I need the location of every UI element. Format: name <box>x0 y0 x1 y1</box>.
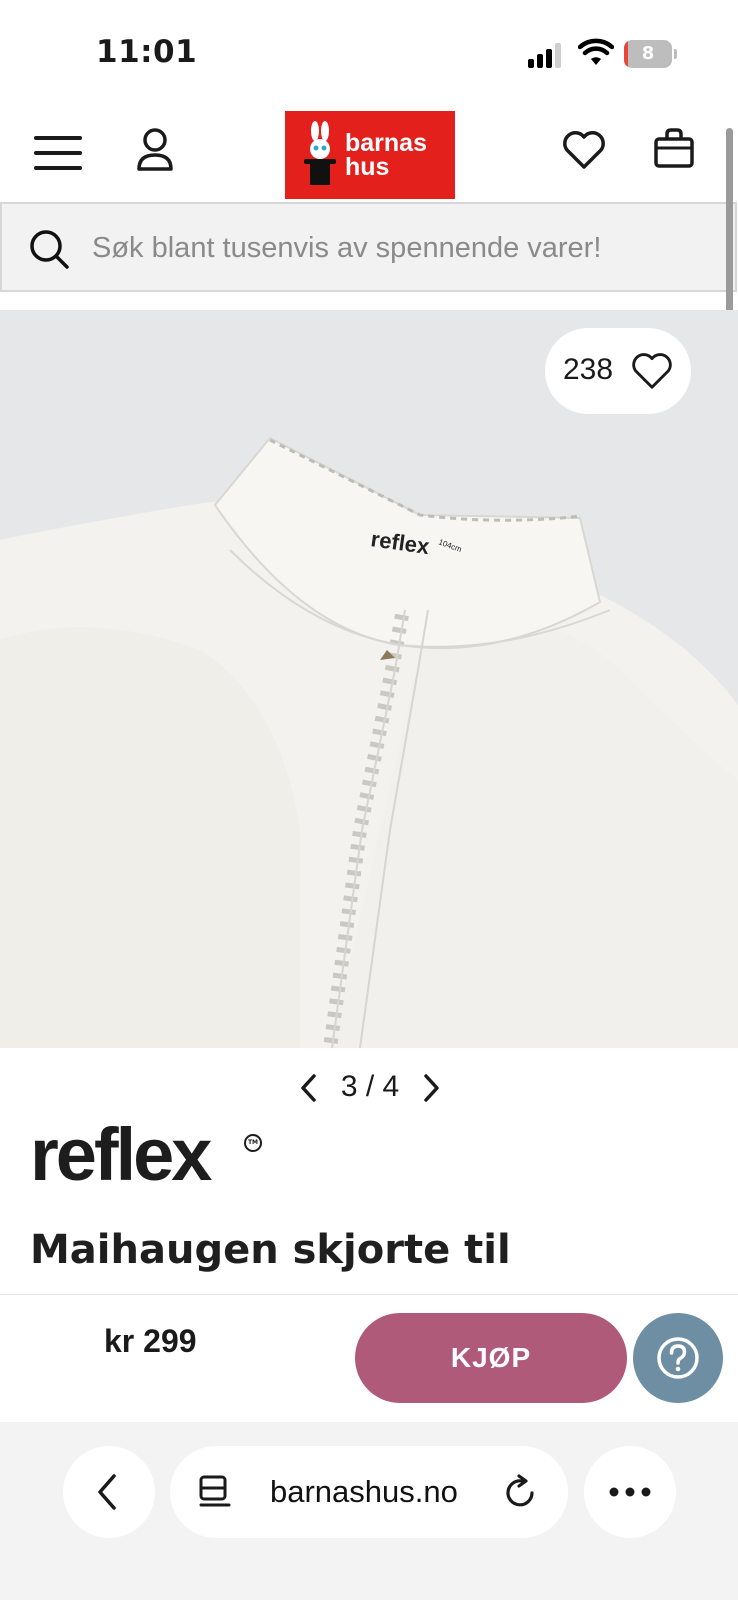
rabbit-hat-icon <box>304 121 336 185</box>
reader-icon[interactable] <box>198 1474 232 1510</box>
image-pager: 3 / 4 <box>290 1068 450 1108</box>
chevron-left-icon[interactable] <box>296 1072 322 1104</box>
product-price: kr 299 <box>104 1323 197 1359</box>
menu-icon[interactable] <box>34 136 82 170</box>
brand-logo[interactable]: reflex <box>30 1118 212 1192</box>
like-count: 238 <box>563 353 614 386</box>
status-time: 11:01 <box>96 34 198 70</box>
signal-icon <box>528 42 564 68</box>
site-header: barnas hus <box>0 100 738 200</box>
wifi-icon <box>578 38 614 65</box>
battery-icon: 8 <box>624 40 677 68</box>
barnashus-logo[interactable]: barnas hus <box>285 111 455 199</box>
status-bar: 11:01 8 <box>0 0 738 100</box>
search-bar <box>0 202 737 292</box>
product-image[interactable]: reflex 104cm 238 <box>0 310 738 1048</box>
help-button[interactable] <box>633 1313 723 1403</box>
like-button[interactable]: 238 <box>545 328 691 414</box>
browser-toolbar: barnashus.no <box>0 1422 738 1600</box>
chevron-left-icon <box>98 1474 116 1510</box>
buy-button[interactable]: KJØP <box>355 1313 627 1403</box>
more-icon <box>609 1487 651 1497</box>
product-title: Maihaugen skjorte til <box>30 1227 511 1273</box>
logo-text: barnas hus <box>345 129 427 181</box>
bag-icon[interactable] <box>654 128 694 168</box>
url-text: barnashus.no <box>270 1474 458 1509</box>
user-icon[interactable] <box>136 128 174 172</box>
reload-icon[interactable] <box>504 1474 538 1510</box>
search-icon[interactable] <box>28 228 70 270</box>
chevron-right-icon[interactable] <box>418 1072 444 1104</box>
heart-icon <box>632 353 672 389</box>
search-input[interactable] <box>92 224 712 272</box>
browser-back-button[interactable] <box>63 1446 155 1538</box>
battery-level: 8 <box>641 43 655 64</box>
page: 11:01 8 barnas hus Søk blant tusenvis av… <box>0 0 738 1600</box>
pager-indicator: 3 / 4 <box>340 1070 400 1103</box>
address-bar[interactable]: barnashus.no <box>170 1446 568 1538</box>
buy-bar: kr 299 KJØP <box>0 1294 738 1422</box>
shirt-photo: reflex 104cm <box>0 310 738 1048</box>
heart-icon[interactable] <box>562 130 606 170</box>
trademark-mark: TM <box>244 1134 262 1152</box>
help-icon <box>657 1337 699 1379</box>
browser-more-button[interactable] <box>584 1446 676 1538</box>
